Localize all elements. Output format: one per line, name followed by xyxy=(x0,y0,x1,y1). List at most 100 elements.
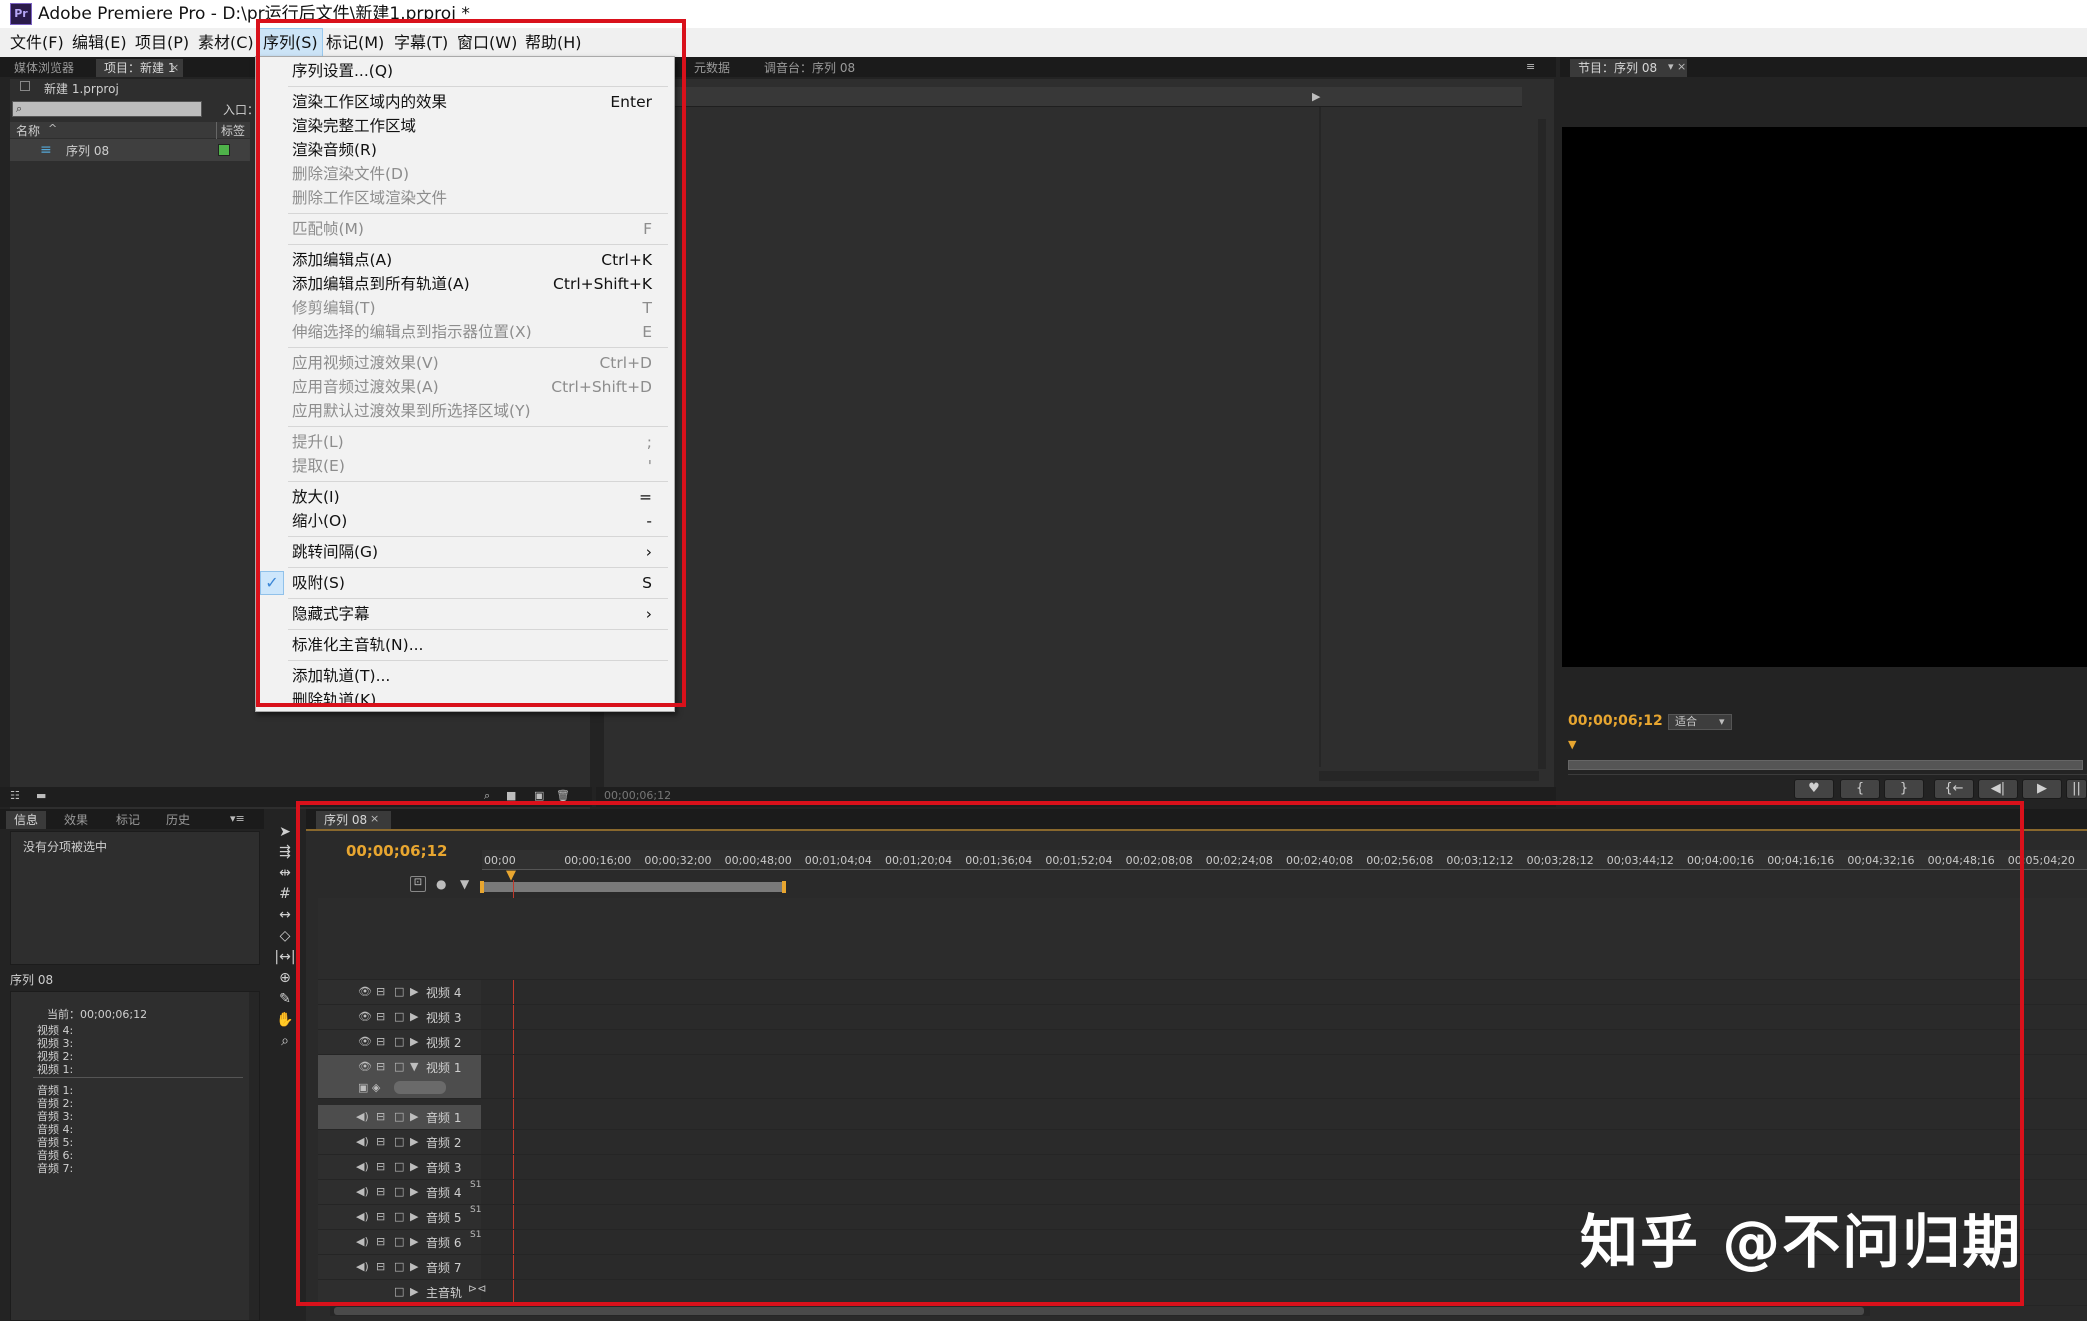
lock-icon[interactable]: ⊟ xyxy=(376,1210,385,1223)
target-icon[interactable]: □ xyxy=(394,1185,404,1198)
column-name[interactable]: 名称 xyxy=(16,122,40,139)
go-to-in-icon[interactable]: {← xyxy=(1934,779,1974,799)
tab-history[interactable]: 历史 xyxy=(158,811,198,829)
expand-track-icon[interactable]: ▶ xyxy=(410,1185,418,1198)
center-vscrollbar[interactable] xyxy=(1538,119,1546,769)
tab-audio-mixer[interactable]: 调音台：序列 08 xyxy=(756,59,863,77)
menu-project[interactable]: 项目(P) xyxy=(131,28,193,57)
speaker-icon[interactable]: ◀) xyxy=(356,1235,369,1248)
expand-track-icon[interactable]: ▶ xyxy=(410,1210,418,1223)
menu-window[interactable]: 窗口(W) xyxy=(453,28,521,57)
sequence-menu-item[interactable]: 标准化主音轨(N)... xyxy=(256,633,674,657)
menu-marker[interactable]: 标记(M) xyxy=(322,28,388,57)
pause-icon[interactable]: || xyxy=(2066,779,2087,799)
out-point-icon[interactable]: } xyxy=(1884,779,1924,799)
selection-tool-icon[interactable]: ➤ xyxy=(272,823,298,841)
eye-icon[interactable]: 👁 xyxy=(358,1060,372,1073)
eye-icon[interactable]: 👁 xyxy=(358,1010,372,1023)
work-area-end-handle[interactable] xyxy=(782,881,786,893)
lock-icon[interactable]: ⊟ xyxy=(376,1185,385,1198)
lock-icon[interactable]: ⊟ xyxy=(376,1035,385,1048)
audio-track-row[interactable]: ◀) ⊟ □ ▶ 音频 1 xyxy=(318,1105,2087,1130)
target-icon[interactable]: □ xyxy=(394,1260,404,1273)
video-track-row[interactable]: 👁 ⊟ □ ▶ 视频 3 xyxy=(318,1005,2087,1030)
target-icon[interactable]: □ xyxy=(394,1135,404,1148)
lock-icon[interactable]: ⊟ xyxy=(376,1010,385,1023)
zoom-tool-icon[interactable]: ⌕ xyxy=(272,1032,298,1050)
column-label[interactable]: 标签 xyxy=(216,122,245,139)
program-timecode[interactable]: 00;00;06;12 xyxy=(1568,713,1663,729)
menu-help[interactable]: 帮助(H) xyxy=(521,28,586,57)
project-item-sequence[interactable]: ≡ 序列 08 xyxy=(10,139,250,161)
tab-markers[interactable]: 标记 xyxy=(108,811,148,829)
timeline-ruler[interactable] xyxy=(482,850,2087,870)
playhead-area[interactable]: ▼ xyxy=(1568,738,2083,751)
sequence-menu-item[interactable]: 跳转间隔(G) › xyxy=(256,540,674,564)
lock-icon[interactable]: ⊟ xyxy=(376,1135,385,1148)
lock-icon[interactable]: ⊟ xyxy=(376,1060,385,1073)
info-panel-menu-icon[interactable]: ▾≡ xyxy=(230,812,245,825)
tab-effects[interactable]: 效果 xyxy=(56,811,96,829)
display-style-button[interactable] xyxy=(394,1081,446,1094)
target-icon[interactable]: □ xyxy=(394,985,404,998)
expand-track-icon[interactable]: ▶ xyxy=(410,1285,418,1298)
target-icon[interactable]: □ xyxy=(394,1235,404,1248)
speaker-icon[interactable]: ◀) xyxy=(356,1160,369,1173)
panel-menu-icon[interactable]: ≡ xyxy=(1526,60,1535,73)
tab-close-icon[interactable]: × xyxy=(170,61,179,74)
work-area-start-handle[interactable] xyxy=(480,881,484,893)
expand-track-icon[interactable]: ▶ xyxy=(410,1035,418,1048)
delete-icon[interactable]: 🗑 xyxy=(556,789,570,802)
sequence-menu-item[interactable]: 删除轨道(K) xyxy=(256,688,674,711)
target-icon[interactable]: □ xyxy=(394,1035,404,1048)
sequence-menu-item[interactable]: 渲染完整工作区域 xyxy=(256,114,674,138)
set-marker-icon[interactable]: ● xyxy=(436,877,446,891)
tab-metadata[interactable]: 元数据 xyxy=(686,59,738,77)
video-track-row[interactable]: 👁 ⊟ □ ▶ 视频 4 xyxy=(318,980,2087,1005)
video-track-row[interactable]: 👁 ⊟ □ ▼ 视频 1 ▣ ◈ xyxy=(318,1055,2087,1099)
playhead-icon[interactable]: ▼ xyxy=(506,868,516,883)
slip-tool-icon[interactable]: |↔| xyxy=(272,948,298,966)
target-icon[interactable]: □ xyxy=(394,1110,404,1123)
lock-icon[interactable]: ⊟ xyxy=(376,1260,385,1273)
keyframe-toggle-icon[interactable]: ▣ ◈ xyxy=(358,1081,380,1094)
program-scrub-bar[interactable] xyxy=(1568,760,2083,770)
audio-track-row[interactable]: ◀) ⊟ □ ▶ 音频 2 xyxy=(318,1130,2087,1155)
in-point-icon[interactable]: { xyxy=(1840,779,1880,799)
marker-icon[interactable]: ▼ xyxy=(460,877,469,891)
zoom-fit-select[interactable]: 适合 ▾ xyxy=(1668,714,1732,730)
rolling-edit-tool-icon[interactable]: # xyxy=(272,885,298,903)
new-bin-icon[interactable]: ■ xyxy=(506,789,516,802)
video-track-row[interactable]: 👁 ⊟ □ ▶ 视频 2 xyxy=(318,1030,2087,1055)
pen-tool-icon[interactable]: ✎ xyxy=(272,990,298,1008)
menu-file[interactable]: 文件(F) xyxy=(6,28,68,57)
track-select-tool-icon[interactable]: ⇶ xyxy=(272,843,298,861)
target-icon[interactable]: □ xyxy=(394,1010,404,1023)
expand-track-icon[interactable]: ▶ xyxy=(410,1235,418,1248)
target-icon[interactable]: □ xyxy=(394,1210,404,1223)
snap-icon[interactable]: ⊡ xyxy=(410,876,426,892)
mark-icon[interactable]: ♥ xyxy=(1794,779,1834,799)
menu-title[interactable]: 字幕(T) xyxy=(390,28,452,57)
lock-icon[interactable]: ⊟ xyxy=(376,1160,385,1173)
expand-track-icon[interactable]: ▶ xyxy=(410,1010,418,1023)
expand-track-icon[interactable]: ▶ xyxy=(410,1160,418,1173)
speaker-icon[interactable]: ◀) xyxy=(356,1110,369,1123)
timeline-timecode[interactable]: 00;00;06;12 xyxy=(346,842,448,860)
tab-close-icon[interactable]: × xyxy=(370,812,379,825)
expand-track-icon[interactable]: ▼ xyxy=(410,1060,418,1073)
audio-track-row[interactable]: ◀) ⊟ □ ▶ 音频 3 xyxy=(318,1155,2087,1180)
expand-track-icon[interactable]: ▶ xyxy=(410,985,418,998)
sequence-menu-item[interactable]: 渲染音频(R) xyxy=(256,138,674,162)
sequence-menu-item[interactable]: 放大(I) = xyxy=(256,485,674,509)
target-icon[interactable]: □ xyxy=(394,1285,404,1298)
expand-track-icon[interactable]: ▶ xyxy=(410,1110,418,1123)
speaker-icon[interactable]: ◀) xyxy=(356,1260,369,1273)
step-back-icon[interactable]: ◀| xyxy=(1978,779,2018,799)
tab-sequence[interactable]: 序列 08 xyxy=(316,811,392,829)
lock-icon[interactable]: ⊟ xyxy=(376,985,385,998)
speaker-icon[interactable]: ◀) xyxy=(356,1135,369,1148)
tab-dropdown-icon[interactable]: ▾ × xyxy=(1668,60,1686,73)
new-item-icon[interactable]: ▣ xyxy=(534,789,544,802)
menu-clip[interactable]: 素材(C) xyxy=(194,28,258,57)
